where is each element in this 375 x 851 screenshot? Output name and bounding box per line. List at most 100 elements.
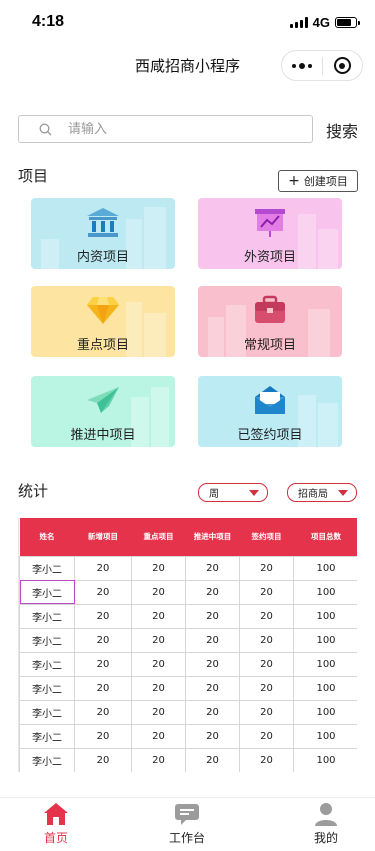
value-cell: 20 [74,603,132,629]
home-icon [44,803,68,825]
stats-section-title: 统计 [18,482,49,500]
org-select[interactable]: 招商局 [287,483,357,502]
create-project-button[interactable]: + 创建项目 [278,170,358,192]
mini-program-capsule [281,50,363,81]
value-cell: 100 [293,555,357,581]
chart-board-icon [255,209,285,237]
stats-table-container[interactable]: 姓名 新增项目 重点项目 推进中项目 签约项目 项目总数 李小二 20 20 20 20… [18,518,357,772]
battery-icon [335,17,360,28]
value-cell: 100 [293,627,357,653]
project-card-signed[interactable]: 已签约项目 [198,376,342,447]
table-row[interactable]: 李小二 20 20 20 20 100 [19,603,357,629]
column-header: 重点项目 [131,518,186,556]
column-header: 新增项目 [74,518,132,556]
column-header: 签约项目 [239,518,294,556]
more-menu-button[interactable] [282,51,322,80]
value-cell: 20 [131,627,186,653]
project-card-key[interactable]: 重点项目 [31,286,175,357]
value-cell: 20 [74,627,132,653]
value-cell: 20 [131,699,186,725]
value-cell: 20 [185,651,240,677]
search-bar [18,115,313,143]
status-time: 4:18 [32,13,65,30]
value-cell: 20 [239,555,294,581]
name-cell: 李小二 [19,747,75,772]
table-row[interactable]: 李小二 20 20 20 20 100 [19,579,357,605]
status-indicators: 4G [289,15,360,30]
dropdown-arrow-icon [249,490,259,496]
search-input[interactable] [66,120,286,138]
name-cell: 李小二 [19,603,75,629]
navigation-bar: 西咸招商小程序 [0,44,375,88]
value-cell: 100 [293,699,357,725]
table-row[interactable]: 李小二 20 20 20 20 100 [19,627,357,653]
search-button[interactable]: 搜索 [326,118,358,142]
envelope-icon [255,386,285,414]
value-cell: 20 [185,627,240,653]
table-row[interactable]: 李小二 20 20 20 20 100 [19,651,357,677]
value-cell: 20 [239,603,294,629]
network-type: 4G [312,15,330,30]
value-cell: 20 [239,579,294,605]
value-cell: 20 [185,675,240,701]
value-cell: 20 [74,699,132,725]
column-header: 项目总数 [293,518,357,556]
name-cell: 李小二 [19,675,75,701]
tab-workbench[interactable]: 工作台 [147,802,227,846]
value-cell: 20 [131,555,186,581]
value-cell: 20 [239,651,294,677]
column-header: 推进中项目 [185,518,240,556]
value-cell: 20 [239,747,294,772]
value-cell: 20 [131,651,186,677]
table-row[interactable]: 李小二 20 20 20 20 100 [19,747,357,772]
project-card-domestic[interactable]: 内资项目 [31,198,175,269]
name-cell: 李小二 [19,723,75,749]
value-cell: 20 [185,579,240,605]
value-cell: 100 [293,747,357,772]
project-card-regular[interactable]: 常规项目 [198,286,342,357]
name-cell: 李小二 [19,699,75,725]
create-project-label: 创建项目 [303,175,348,188]
table-row[interactable]: 李小二 20 20 20 20 100 [19,723,357,749]
value-cell: 20 [74,579,132,605]
project-card-in-progress[interactable]: 推进中项目 [31,376,175,447]
value-cell: 20 [239,699,294,725]
value-cell: 20 [185,603,240,629]
value-cell: 20 [239,627,294,653]
name-cell: 李小二 [19,627,75,653]
paper-plane-icon [87,387,119,413]
value-cell: 20 [239,675,294,701]
user-icon [315,803,337,826]
tab-home[interactable]: 首页 [16,802,96,846]
stats-table: 姓名 新增项目 重点项目 推进中项目 签约项目 项目总数 李小二 20 20 20 20… [19,518,357,772]
target-icon [333,57,351,74]
signal-icon [289,17,308,28]
tab-profile[interactable]: 我的 [286,802,366,846]
card-label: 外资项目 [243,250,296,265]
project-card-foreign[interactable]: 外资项目 [198,198,342,269]
value-cell: 20 [74,675,132,701]
value-cell: 20 [74,747,132,772]
table-row[interactable]: 李小二 20 20 20 20 100 [19,675,357,701]
value-cell: 20 [185,555,240,581]
card-label: 重点项目 [76,338,129,353]
bottom-tab-bar: 首页 工作台 我的 [0,797,375,851]
column-header: 姓名 [19,518,75,556]
tab-label: 我的 [313,831,338,845]
chat-icon [175,804,199,825]
value-cell: 20 [131,723,186,749]
value-cell: 20 [131,675,186,701]
value-cell: 100 [293,723,357,749]
close-mini-program-button[interactable] [323,51,363,80]
table-row[interactable]: 李小二 20 20 20 20 100 [19,699,357,725]
period-select[interactable]: 周 [198,483,268,502]
status-bar: 4:18 4G [0,0,375,44]
dropdown-arrow-icon [338,490,348,496]
value-cell: 20 [74,723,132,749]
value-cell: 20 [185,699,240,725]
search-icon [39,123,52,135]
value-cell: 20 [185,723,240,749]
table-row[interactable]: 李小二 20 20 20 20 100 [19,555,357,581]
value-cell: 100 [293,603,357,629]
card-label: 内资项目 [76,250,129,265]
